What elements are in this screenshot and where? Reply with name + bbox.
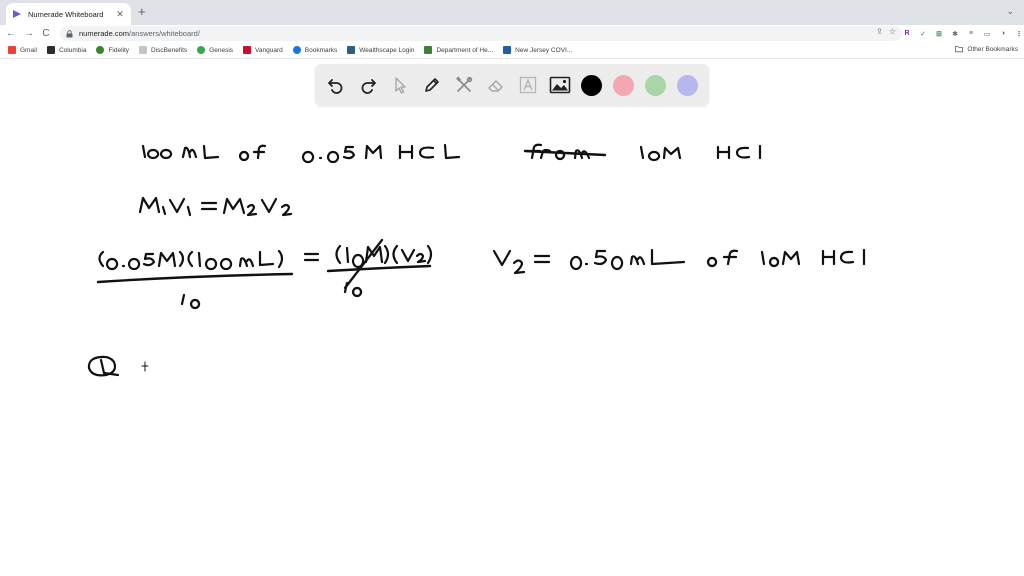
cursor-crosshair-icon (141, 361, 149, 372)
ink-step-marker (87, 355, 120, 377)
ink-line-problem-statement (141, 143, 762, 164)
handwriting-layer (87, 143, 866, 377)
ink-line-substitution (96, 238, 433, 310)
ink-line-dilution-formula (138, 196, 293, 217)
ink-line-result (492, 248, 866, 275)
